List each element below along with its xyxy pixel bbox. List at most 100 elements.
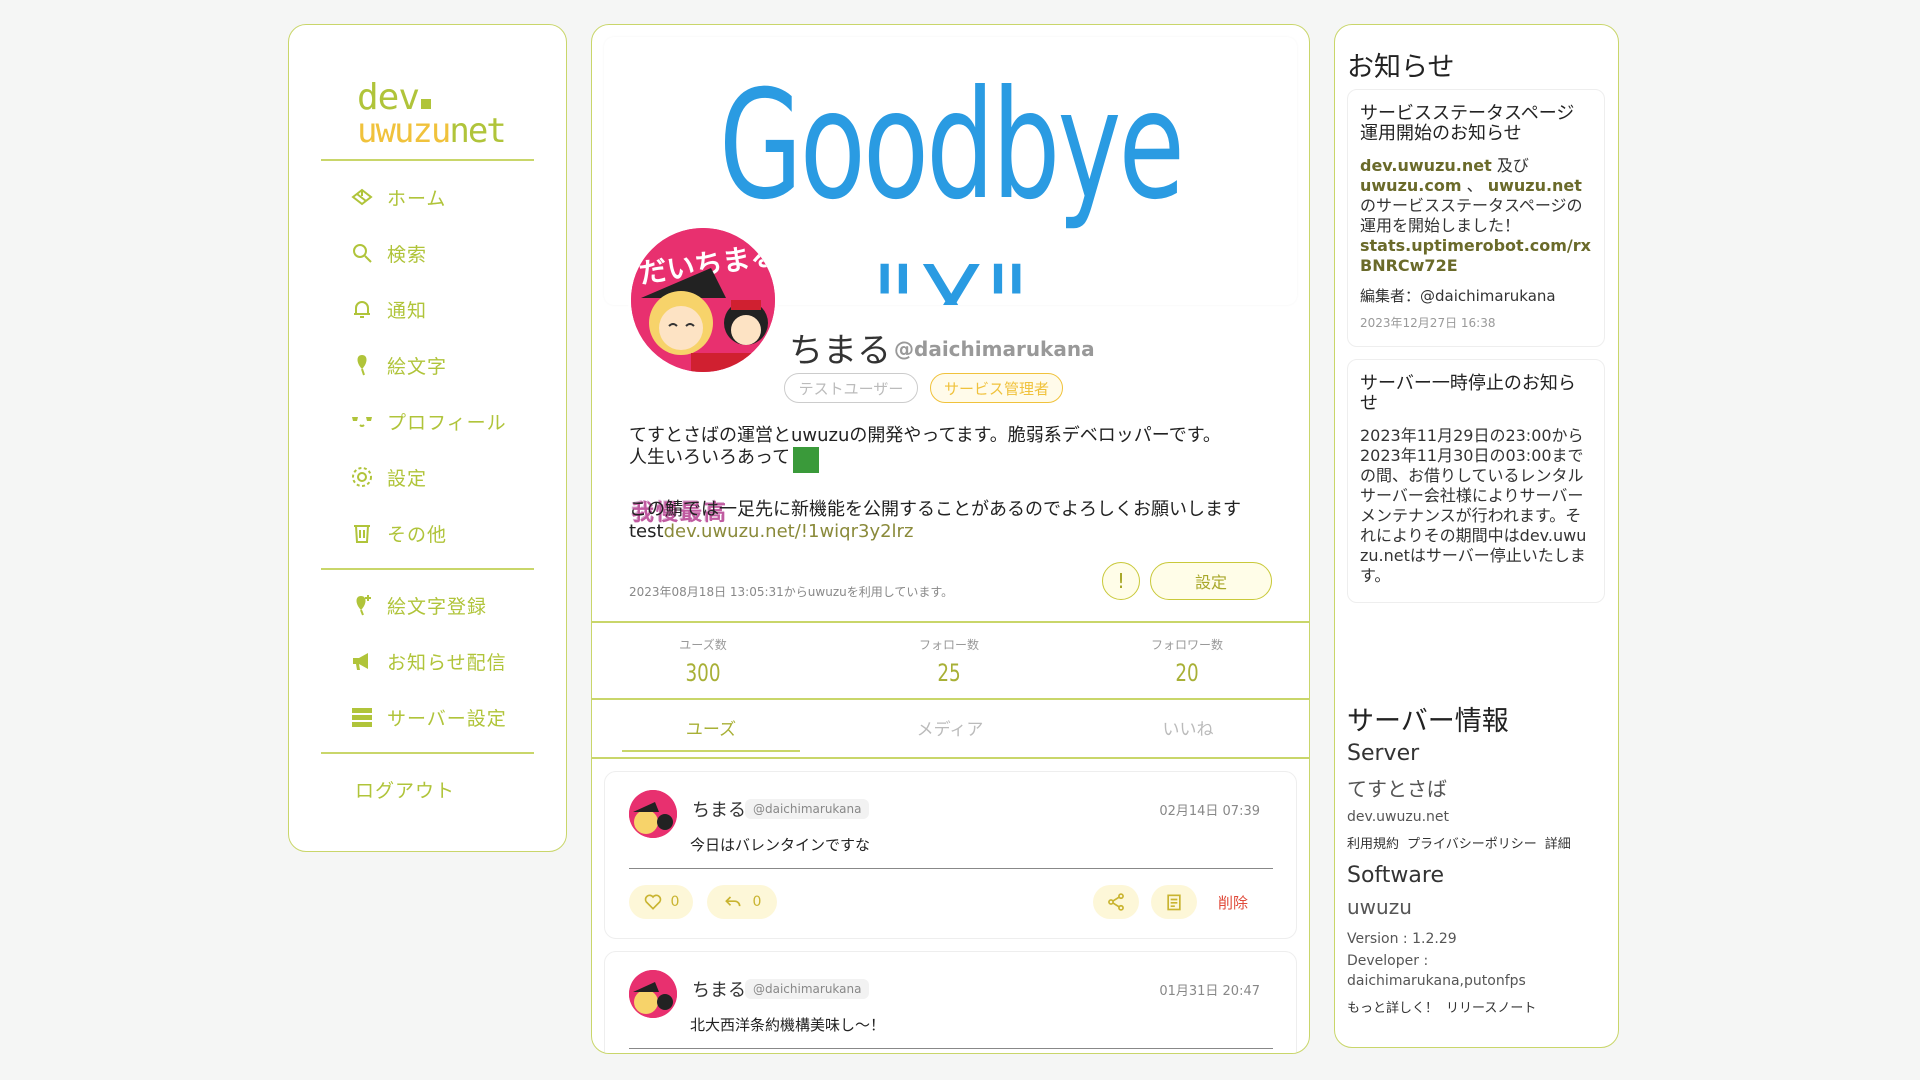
- share-button[interactable]: [1093, 885, 1139, 919]
- stat-value: 25: [937, 659, 961, 687]
- like-button[interactable]: 0: [629, 885, 693, 919]
- post-card[interactable]: ちまる @daichimarukana 01月31日 20:47 北大西洋条約機…: [604, 951, 1297, 1053]
- bookmark-button[interactable]: [1151, 885, 1197, 919]
- server-name: てすとさば: [1347, 777, 1447, 801]
- banner-text-1: Goodbye: [718, 59, 1185, 233]
- notice-card[interactable]: サーバー一時停止のお知らせ 2023年11月29日の23:00から2023年11…: [1347, 359, 1605, 603]
- nav-item-home[interactable]: ホーム: [349, 179, 446, 215]
- reuse-button[interactable]: 0: [707, 885, 777, 919]
- bio-link[interactable]: dev.uwuzu.net/!1wiqr3y2lrz: [664, 521, 914, 542]
- avatar[interactable]: だいちまる: [628, 225, 778, 375]
- divider: [592, 757, 1309, 759]
- more-link[interactable]: もっと詳しく！: [1347, 997, 1438, 1016]
- stat-label: ユーズ数: [679, 638, 727, 652]
- stat-value: 20: [1175, 659, 1199, 687]
- details-link[interactable]: 詳細: [1545, 833, 1571, 852]
- tab-posts[interactable]: ユーズ: [622, 715, 800, 752]
- nav-label-other: その他: [387, 523, 448, 546]
- privacy-link[interactable]: プライバシーポリシー: [1407, 833, 1537, 852]
- notice-link[interactable]: uwuzu.net: [1488, 176, 1582, 195]
- report-button[interactable]: !: [1102, 562, 1140, 600]
- divider: [592, 698, 1309, 700]
- nav-item-emoji-register[interactable]: 絵文字登録: [349, 587, 487, 623]
- nav-label-notifications: 通知: [387, 299, 428, 322]
- nav-label-announce: お知らせ配信: [387, 651, 507, 674]
- post-author-name[interactable]: ちまる: [692, 976, 746, 1002]
- bio-text: test: [629, 521, 664, 542]
- badge-test-user: テストユーザー: [784, 373, 918, 403]
- nav-divider: [321, 568, 534, 570]
- nav-divider: [321, 159, 534, 161]
- nav-item-settings[interactable]: 設定: [349, 459, 427, 495]
- like-count: 0: [670, 894, 680, 910]
- note-icon: [1167, 894, 1181, 911]
- post-divider: [629, 1048, 1273, 1049]
- stat-followers[interactable]: フォロワー数 20: [1122, 636, 1252, 687]
- tab-media[interactable]: メディア: [861, 715, 1039, 750]
- notice-link[interactable]: dev.uwuzu.net: [1360, 156, 1492, 175]
- post-author-name[interactable]: ちまる: [692, 796, 746, 822]
- post-card[interactable]: ちまる @daichimarukana 02月14日 07:39 今日はバレンタ…: [604, 771, 1297, 939]
- nav-label-profile: プロフィール: [387, 411, 507, 434]
- badge-admin: サービス管理者: [930, 373, 1063, 403]
- logout-label: ログアウト: [355, 779, 456, 802]
- home-icon: [349, 184, 375, 210]
- server-icon: [349, 704, 375, 730]
- nav-label-server-settings: サーバー設定: [387, 707, 507, 730]
- notice-title: サービスステータスページ運用開始のお知らせ: [1360, 103, 1575, 144]
- server-info-title: サーバー情報: [1347, 706, 1509, 737]
- alert-icon: !: [1116, 569, 1126, 593]
- emoji-icon: [349, 352, 375, 378]
- tab-likes[interactable]: いいね: [1099, 715, 1277, 750]
- developer-label: Developer :: [1347, 953, 1429, 969]
- post-avatar[interactable]: [629, 790, 677, 838]
- notice-date: 2023年12月27日 16:38: [1360, 316, 1496, 330]
- bio-line: てすとさばの運営とuwuzuの開発やってます。脆弱系デベロッパーです。: [629, 425, 1221, 446]
- notice-link[interactable]: stats.uptimerobot.com/rxBNRCw72E: [1360, 236, 1591, 275]
- notice-title: サーバー一時停止のお知らせ: [1360, 373, 1576, 414]
- trash-icon: [349, 520, 375, 546]
- notice-card[interactable]: サービスステータスページ運用開始のお知らせ dev.uwuzu.net 及び u…: [1347, 89, 1605, 347]
- bio-line: この鯖では一足先に新機能を公開することがあるのでよろしくお願いします: [629, 499, 1241, 520]
- profile-bio-cont: この鯖では一足先に新機能を公開することがあるのでよろしくお願いします testd…: [629, 499, 1279, 543]
- notice-body: dev.uwuzu.net 及び uwuzu.com 、 uwuzu.net の…: [1360, 156, 1591, 275]
- search-icon: [349, 240, 375, 266]
- nav-item-emoji[interactable]: 絵文字: [349, 347, 447, 383]
- divider: [592, 621, 1309, 623]
- nav-item-notifications[interactable]: 通知: [349, 291, 427, 327]
- bell-icon: [349, 296, 375, 322]
- developers: daichimarukana,putonfps: [1347, 973, 1526, 989]
- terms-link[interactable]: 利用規約: [1347, 833, 1399, 852]
- software-name: uwuzu: [1347, 895, 1412, 919]
- delete-button[interactable]: 削除: [1218, 892, 1248, 913]
- stat-label: フォロワー数: [1150, 638, 1223, 652]
- bio-line: 人生いろいろあって: [629, 447, 791, 468]
- post-divider: [629, 868, 1273, 869]
- stat-posts: ユーズ数 300: [638, 636, 768, 687]
- joined-date: 2023年08月18日 13:05:31からuwuzuを利用しています。: [629, 585, 954, 599]
- nav-item-announce[interactable]: お知らせ配信: [349, 643, 507, 679]
- post-author-handle: @daichimarukana: [745, 979, 870, 999]
- server-links: 利用規約 プライバシーポリシー 詳細: [1347, 833, 1571, 852]
- stat-value: 300: [685, 659, 721, 687]
- nav-item-search[interactable]: 検索: [349, 235, 427, 271]
- release-notes-link[interactable]: リリースノート: [1446, 997, 1536, 1016]
- profile-settings-button[interactable]: 設定: [1150, 562, 1272, 600]
- nav-item-server-settings[interactable]: サーバー設定: [349, 699, 507, 735]
- info-sidebar: お知らせ サービスステータスページ運用開始のお知らせ dev.uwuzu.net…: [1334, 24, 1619, 1048]
- logout-button[interactable]: ログアウト: [355, 771, 455, 807]
- nav-item-profile[interactable]: プロフィール: [349, 403, 507, 439]
- stat-following[interactable]: フォロー数 25: [884, 636, 1014, 687]
- server-heading: Server: [1347, 741, 1420, 766]
- post-avatar[interactable]: [629, 970, 677, 1018]
- nav-label-home: ホーム: [387, 187, 447, 210]
- profile-main: Goodbye "X" だいちまる ちまる @daichimarukana テス…: [591, 24, 1310, 1054]
- nav-item-other[interactable]: その他: [349, 515, 447, 551]
- notice-link[interactable]: uwuzu.com: [1360, 176, 1462, 195]
- notice-body: 2023年11月29日の23:00から2023年11月30日の03:00までの間…: [1360, 426, 1587, 585]
- nav-label-emoji: 絵文字: [387, 355, 448, 378]
- post-text: 北大西洋条約機構美味し～！: [690, 1016, 886, 1034]
- nav-label-search: 検索: [387, 243, 428, 266]
- gear-icon: [349, 464, 375, 490]
- logo[interactable]: dev uwuzunet: [357, 77, 507, 167]
